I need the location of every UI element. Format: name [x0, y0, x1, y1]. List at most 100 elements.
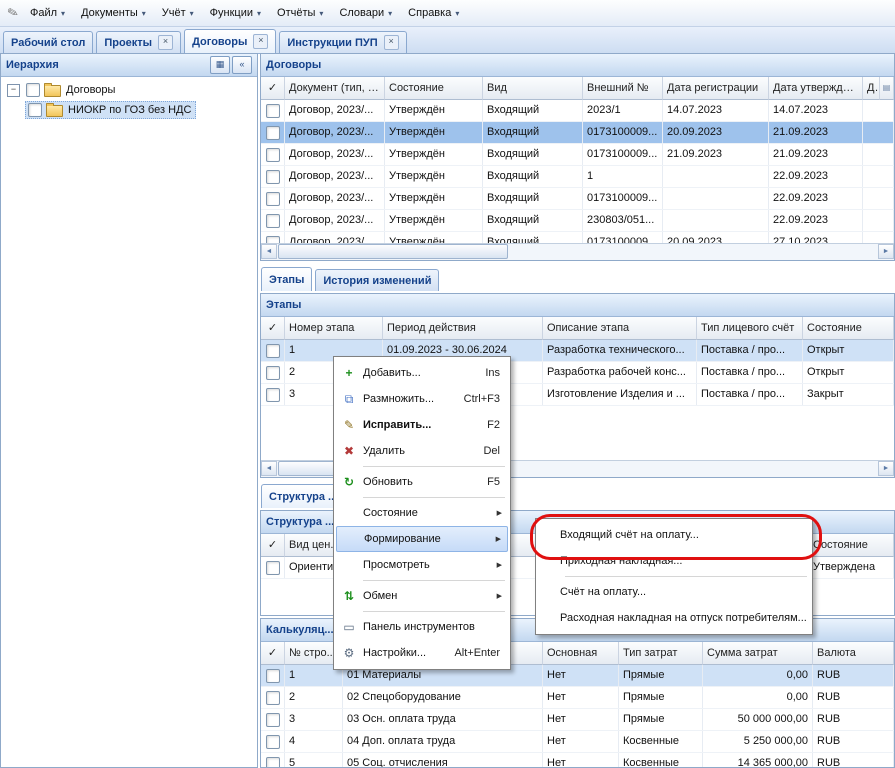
column-header-currency[interactable]: Валюта [813, 642, 894, 665]
cell-approve-date: 27.10.2023 [769, 232, 863, 243]
row-checkbox[interactable] [266, 691, 280, 705]
table-row[interactable]: 5 05 Соц. отчисления Нет Косвенные 14 36… [261, 753, 894, 767]
table-row[interactable]: 2 02 Спецоборудование Нет Прямые 0,00 RU… [261, 687, 894, 709]
menu-help[interactable]: Справка ▾ [400, 3, 467, 23]
column-header-period[interactable]: Период действия [383, 317, 543, 340]
table-row[interactable]: Договор, 2023/... Утверждён Входящий 230… [261, 210, 894, 232]
table-row[interactable]: Договор, 2023/... Утверждён Входящий 202… [261, 100, 894, 122]
table-row[interactable]: Договор, 2023/... Утверждён Входящий 017… [261, 232, 894, 243]
row-checkbox[interactable] [266, 366, 280, 380]
row-checkbox[interactable] [266, 669, 280, 683]
column-header-state[interactable]: Состояние [803, 317, 894, 340]
collapse-panel-icon[interactable]: « [232, 56, 252, 74]
check-column-header[interactable]: ✓ [261, 534, 285, 557]
column-header-account-type[interactable]: Тип лицевого счёт [697, 317, 803, 340]
column-header-state[interactable]: Состояние [385, 77, 483, 100]
column-header-approve-date[interactable]: Дата утверждения [769, 77, 863, 100]
close-icon[interactable]: × [253, 34, 268, 49]
tab-change-history[interactable]: История изменений [315, 269, 439, 291]
table-row[interactable]: Договор, 2023/... Утверждён Входящий 017… [261, 144, 894, 166]
menu-item-delete[interactable]: ✖ Удалить Del [336, 438, 508, 464]
submenu-item-incoming-invoice[interactable]: Входящий счёт на оплату... [538, 522, 810, 548]
column-chooser-icon[interactable]: ▤ [880, 77, 894, 100]
column-header-reg-date[interactable]: Дата регистрации [663, 77, 769, 100]
menu-documents[interactable]: Документы ▾ [73, 3, 154, 23]
menu-item-toolbar[interactable]: ▭ Панель инструментов [336, 614, 508, 640]
menu-item-add[interactable]: + Добавить... Ins [336, 360, 508, 386]
scroll-right-icon[interactable]: ► [878, 461, 894, 476]
tab-projects[interactable]: Проекты × [96, 31, 181, 53]
tree-node-label: НИОКР по ГОЗ без НДС [68, 104, 191, 116]
submenu-item-invoice[interactable]: Счёт на оплату... [538, 579, 810, 605]
cell-state: Утверждён [385, 166, 483, 187]
scroll-left-icon[interactable]: ◄ [261, 244, 277, 259]
row-checkbox[interactable] [266, 192, 280, 206]
tab-contracts[interactable]: Договоры × [184, 29, 276, 53]
table-row-selected[interactable]: Договор, 2023/... Утверждён Входящий 017… [261, 122, 894, 144]
tree-checkbox[interactable] [26, 83, 40, 97]
row-checkbox[interactable] [266, 148, 280, 162]
column-header-cost-sum[interactable]: Сумма затрат [703, 642, 813, 665]
column-header-main[interactable]: Основная [543, 642, 619, 665]
column-header-cost-type[interactable]: Тип затрат [619, 642, 703, 665]
row-checkbox[interactable] [266, 214, 280, 228]
menu-dictionaries[interactable]: Словари ▾ [331, 3, 400, 23]
menu-reports[interactable]: Отчёты ▾ [269, 3, 331, 23]
menu-item-state[interactable]: Состояние ▶ [336, 500, 508, 526]
horizontal-scrollbar[interactable]: ◄ ► [261, 243, 894, 260]
menu-item-settings[interactable]: ⚙ Настройки... Alt+Enter [336, 640, 508, 666]
row-checkbox[interactable] [266, 388, 280, 402]
tab-stages[interactable]: Этапы [261, 267, 312, 291]
column-header-kind[interactable]: Вид [483, 77, 583, 100]
column-header-document[interactable]: Документ (тип, №... [285, 77, 385, 100]
grid-view-icon[interactable]: ▦ [210, 56, 230, 74]
row-checkbox[interactable] [266, 344, 280, 358]
scroll-right-icon[interactable]: ► [878, 244, 894, 259]
check-column-header[interactable]: ✓ [261, 317, 285, 340]
column-header-date[interactable]: Дата [863, 77, 880, 100]
table-row[interactable]: 3 03 Осн. оплата труда Нет Прямые 50 000… [261, 709, 894, 731]
detail-tabstrip: Этапы История изменений [260, 267, 895, 291]
row-checkbox[interactable] [266, 757, 280, 768]
row-checkbox[interactable] [266, 735, 280, 749]
submenu-item-outgoing-waybill[interactable]: Расходная накладная на отпуск потребител… [538, 605, 810, 631]
check-column-header[interactable]: ✓ [261, 77, 285, 100]
close-icon[interactable]: × [384, 35, 399, 50]
tree-node-niokr[interactable]: НИОКР по ГОЗ без НДС [1, 100, 257, 120]
check-column-header[interactable]: ✓ [261, 642, 285, 665]
menu-accounting[interactable]: Учёт ▾ [154, 3, 202, 23]
menu-item-view[interactable]: Просмотреть ▶ [336, 552, 508, 578]
tab-instructions[interactable]: Инструкции ПУП × [279, 31, 406, 53]
row-checkbox[interactable] [266, 104, 280, 118]
close-icon[interactable]: × [158, 35, 173, 50]
table-row[interactable]: Договор, 2023/... Утверждён Входящий 017… [261, 188, 894, 210]
table-row[interactable]: Договор, 2023/... Утверждён Входящий 1 2… [261, 166, 894, 188]
row-checkbox[interactable] [266, 126, 280, 140]
row-checkbox[interactable] [266, 713, 280, 727]
column-header-external[interactable]: Внешний № [583, 77, 663, 100]
row-checkbox[interactable] [266, 561, 280, 575]
menu-file[interactable]: Файл ▾ [22, 3, 73, 23]
scrollbar-thumb[interactable] [278, 244, 508, 259]
tree-checkbox[interactable] [28, 103, 42, 117]
menu-item-generation[interactable]: Формирование ▶ [336, 526, 508, 552]
scrollbar-track[interactable] [508, 461, 878, 477]
menu-item-exchange[interactable]: ⇅ Обмен ▶ [336, 583, 508, 609]
menu-item-edit[interactable]: ✎ Исправить... F2 [336, 412, 508, 438]
submenu-item-incoming-waybill[interactable]: Приходная накладная... [538, 548, 810, 574]
column-header-stage-number[interactable]: Номер этапа [285, 317, 383, 340]
row-checkbox[interactable] [266, 236, 280, 244]
column-header-description[interactable]: Описание этапа [543, 317, 697, 340]
table-row[interactable]: 4 04 Доп. оплата труда Нет Косвенные 5 2… [261, 731, 894, 753]
expander-icon[interactable]: − [7, 84, 20, 97]
tab-desktop[interactable]: Рабочий стол [3, 31, 93, 53]
row-checkbox[interactable] [266, 170, 280, 184]
column-header-state[interactable]: Состояние [809, 534, 894, 557]
scroll-left-icon[interactable]: ◄ [261, 461, 277, 476]
menu-functions[interactable]: Функции ▾ [202, 3, 269, 23]
cell-date [863, 188, 894, 209]
tree-node-contracts[interactable]: − Договоры [1, 80, 257, 100]
scrollbar-track[interactable] [508, 244, 878, 260]
menu-item-duplicate[interactable]: ⧉ Размножить... Ctrl+F3 [336, 386, 508, 412]
menu-item-refresh[interactable]: ↻ Обновить F5 [336, 469, 508, 495]
